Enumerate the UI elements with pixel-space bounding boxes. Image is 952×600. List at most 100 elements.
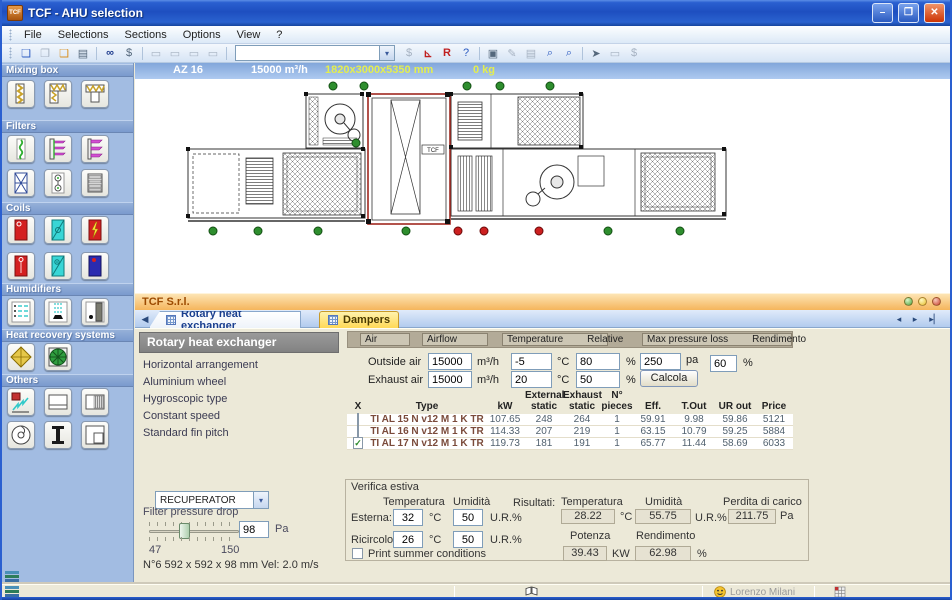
fan-section-button[interactable]	[7, 421, 35, 449]
mixing-box-top-button[interactable]	[81, 80, 109, 108]
price-icon[interactable]: $	[120, 45, 138, 61]
max-pressure-input[interactable]	[640, 353, 681, 370]
mixing-box-corner-button[interactable]	[44, 80, 72, 108]
export-icon[interactable]: ▭	[185, 45, 203, 61]
dollar2-icon[interactable]: $	[625, 45, 643, 61]
tab-prev-button[interactable]: ◂	[892, 313, 906, 326]
rendimento-input[interactable]	[710, 355, 737, 372]
tab-first-button[interactable]: ◀	[138, 313, 152, 326]
empty-section-button[interactable]	[44, 388, 72, 416]
filter-pressure-input[interactable]	[239, 521, 269, 538]
help-icon[interactable]: ?	[457, 45, 475, 61]
pointer-icon[interactable]: ➤	[587, 45, 605, 61]
filter-roll-button[interactable]	[44, 169, 72, 197]
print-preview-icon[interactable]: ▭	[166, 45, 184, 61]
exhaust-airflow-input[interactable]	[428, 371, 472, 388]
filter-flat-button[interactable]	[7, 135, 35, 163]
chevron-down-icon[interactable]: ▾	[253, 492, 268, 508]
note-icon[interactable]: ▭	[606, 45, 624, 61]
coil-electric-button[interactable]	[81, 216, 109, 244]
ahu-drawing-canvas[interactable]: TCF	[135, 79, 952, 293]
humidifier-steam-button[interactable]	[44, 298, 72, 326]
filter-panel-stack-button[interactable]	[81, 169, 109, 197]
calcola-button[interactable]: Calcola	[640, 370, 698, 387]
result-col-hum: Umidità	[645, 496, 682, 508]
menu-item-selections[interactable]: Selections	[50, 27, 117, 43]
humidifier-evaporative-button[interactable]	[81, 298, 109, 326]
menu-item-help[interactable]: ?	[268, 27, 290, 43]
section-header-others: Others	[2, 374, 133, 387]
table-row[interactable]: ✓ TI AL 17 N v12 M 1 K TR 119.73 181 191…	[347, 438, 793, 450]
mixing-box-straight-button[interactable]	[7, 80, 35, 108]
recovery-plate-button[interactable]	[7, 343, 35, 371]
tab-rotary-heat-exchanger[interactable]: Rotary heat exchanger	[149, 311, 301, 328]
menu-item-sections[interactable]: Sections	[117, 27, 175, 43]
outside-temp-input[interactable]	[511, 353, 552, 370]
new-file-icon[interactable]: ❏	[17, 45, 35, 61]
table-row[interactable]: TI AL 16 N v12 M 1 K TR 114.33 207 219 1…	[347, 426, 793, 438]
damper-section-button[interactable]	[7, 388, 35, 416]
row-checkbox[interactable]: ✓	[353, 437, 363, 449]
open-folder-icon[interactable]: ❑	[55, 45, 73, 61]
coil-dx-button[interactable]	[44, 252, 72, 280]
recuperator-value: RECUPERATOR	[160, 495, 236, 506]
outside-airflow-input[interactable]	[428, 353, 472, 370]
humidifier-spray-button[interactable]	[7, 298, 35, 326]
dollar-icon[interactable]: $	[400, 45, 418, 61]
r-report-icon[interactable]: R	[438, 45, 456, 61]
window-icon[interactable]: ▣	[484, 45, 502, 61]
ricircolo-hum-input[interactable]	[453, 531, 483, 548]
book-icon[interactable]	[525, 586, 538, 597]
coil-hot-water-button[interactable]	[7, 216, 35, 244]
filter-bag-long-button[interactable]	[44, 135, 72, 163]
table-row[interactable]: TI AL 15 N v12 M 1 K TR 107.65 248 264 1…	[347, 414, 793, 426]
pencil-icon[interactable]: ✎	[503, 45, 521, 61]
result-col-temp: Temperatura	[561, 496, 623, 508]
tab-dampers[interactable]: Dampers	[319, 311, 399, 328]
access-section-button[interactable]	[81, 421, 109, 449]
exhaust-temp-input[interactable]	[511, 371, 552, 388]
print-summer-checkbox[interactable]	[352, 548, 363, 559]
coil-condenser-button[interactable]	[81, 252, 109, 280]
exhaust-rh-input[interactable]	[576, 371, 620, 388]
restore-button[interactable]: ❐	[898, 3, 919, 23]
green-dot-icon[interactable]	[904, 297, 913, 306]
chart-icon[interactable]: ⊾	[419, 45, 437, 61]
ricircolo-temp-input[interactable]	[393, 531, 423, 548]
mail-icon[interactable]: ▭	[204, 45, 222, 61]
outside-rh-input[interactable]	[576, 353, 620, 370]
structure-section-button[interactable]	[44, 421, 72, 449]
zoom-out-icon[interactable]: ⌕	[560, 45, 578, 61]
row-checkbox[interactable]	[357, 413, 359, 425]
chevron-down-icon[interactable]: ▾	[379, 46, 394, 60]
silencer-section-button[interactable]	[81, 388, 109, 416]
menu-item-options[interactable]: Options	[175, 27, 229, 43]
filter-bag-button[interactable]	[81, 135, 109, 163]
close-button[interactable]: ✕	[924, 3, 945, 23]
save-as-icon[interactable]: ▤	[522, 45, 540, 61]
zoom-in-icon[interactable]: ⌕	[541, 45, 559, 61]
menu-item-view[interactable]: View	[229, 27, 269, 43]
connection-dots-red	[454, 227, 543, 235]
binoculars-icon[interactable]: ∞	[101, 45, 119, 61]
tab-next-button[interactable]: ▸	[908, 313, 922, 326]
unit-select-combobox[interactable]: ▾	[235, 45, 395, 61]
tab-last-button[interactable]: ▸▏	[928, 313, 942, 326]
red-dot-icon[interactable]	[932, 297, 941, 306]
row-checkbox[interactable]	[357, 425, 359, 437]
esterna-hum-input[interactable]	[453, 509, 483, 526]
minimize-button[interactable]: –	[872, 3, 893, 23]
filter-pressure-slider[interactable]	[149, 530, 239, 533]
filter-hepa-button[interactable]	[7, 169, 35, 197]
selected-section-rotary[interactable]: TCF	[368, 94, 450, 224]
save-icon[interactable]: ▤	[74, 45, 92, 61]
copy-icon[interactable]: ❐	[36, 45, 54, 61]
coil-cold-water-button[interactable]	[44, 216, 72, 244]
coil-steam-button[interactable]	[7, 252, 35, 280]
menu-item-file[interactable]: File	[16, 27, 50, 43]
window-title: TCF - AHU selection	[28, 6, 867, 20]
esterna-temp-input[interactable]	[393, 509, 423, 526]
print-icon[interactable]: ▭	[147, 45, 165, 61]
yellow-dot-icon[interactable]	[918, 297, 927, 306]
recovery-wheel-button[interactable]	[44, 343, 72, 371]
